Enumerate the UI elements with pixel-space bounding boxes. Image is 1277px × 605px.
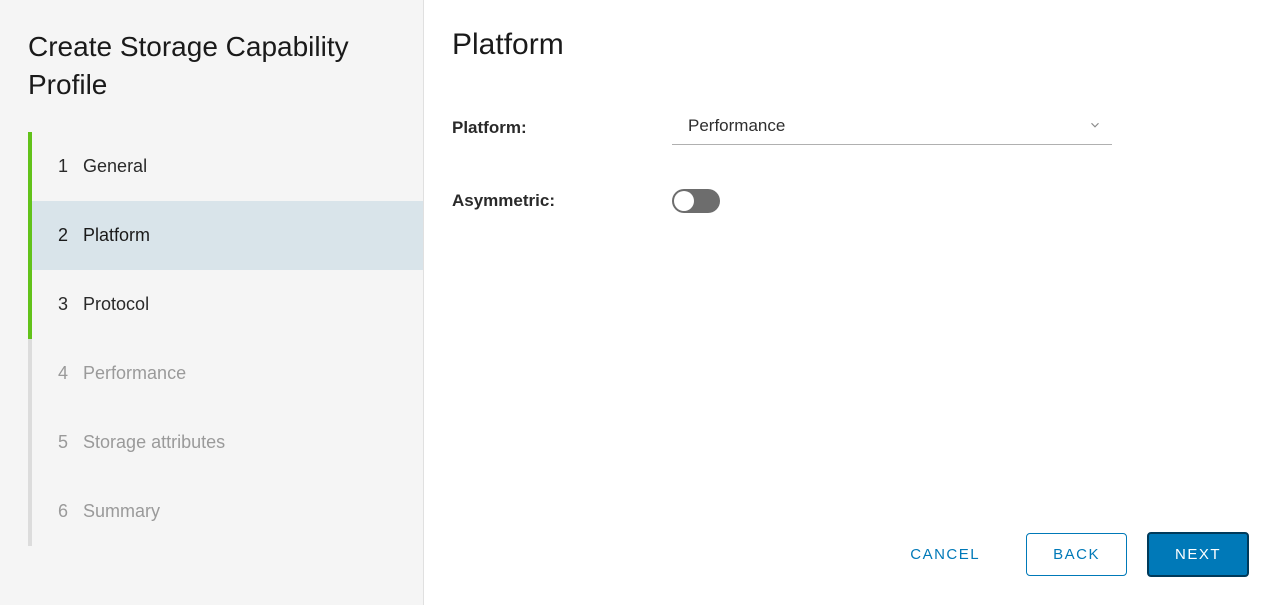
step-storage-attributes: 5 Storage attributes <box>32 408 423 477</box>
wizard-steps: 1 General 2 Platform 3 Protocol 4 Perfor… <box>28 132 423 546</box>
asymmetric-label: Asymmetric: <box>452 191 672 211</box>
step-platform[interactable]: 2 Platform <box>32 201 423 270</box>
platform-label: Platform: <box>452 118 672 138</box>
platform-select-wrap: Performance <box>672 110 1112 145</box>
page-title: Platform <box>452 28 1237 62</box>
toggle-knob <box>674 191 694 211</box>
step-number: 3 <box>58 294 68 314</box>
wizard-sidebar: Create Storage Capability Profile 1 Gene… <box>0 0 424 605</box>
asymmetric-toggle[interactable] <box>672 189 720 213</box>
asymmetric-row: Asymmetric: <box>452 189 1237 213</box>
platform-select[interactable]: Performance <box>672 110 1112 145</box>
step-protocol[interactable]: 3 Protocol <box>32 270 423 339</box>
step-label: Protocol <box>83 294 149 314</box>
step-summary: 6 Summary <box>32 477 423 546</box>
wizard-footer: CANCEL BACK NEXT <box>884 532 1249 577</box>
step-label: Performance <box>83 363 186 383</box>
step-label: Summary <box>83 501 160 521</box>
back-button[interactable]: BACK <box>1026 533 1127 576</box>
step-label: Storage attributes <box>83 432 225 452</box>
step-number: 1 <box>58 156 68 176</box>
cancel-button[interactable]: CANCEL <box>884 534 1006 575</box>
next-button[interactable]: NEXT <box>1147 532 1249 577</box>
wizard-title: Create Storage Capability Profile <box>28 28 423 104</box>
wizard-root: Create Storage Capability Profile 1 Gene… <box>0 0 1277 605</box>
step-label: General <box>83 156 147 176</box>
step-performance: 4 Performance <box>32 339 423 408</box>
step-number: 2 <box>58 225 68 245</box>
step-number: 5 <box>58 432 68 452</box>
wizard-main: Platform Platform: Performance Asymmetri… <box>424 0 1277 605</box>
step-general[interactable]: 1 General <box>32 132 423 201</box>
step-number: 4 <box>58 363 68 383</box>
step-label: Platform <box>83 225 150 245</box>
step-number: 6 <box>58 501 68 521</box>
platform-row: Platform: Performance <box>452 110 1237 145</box>
